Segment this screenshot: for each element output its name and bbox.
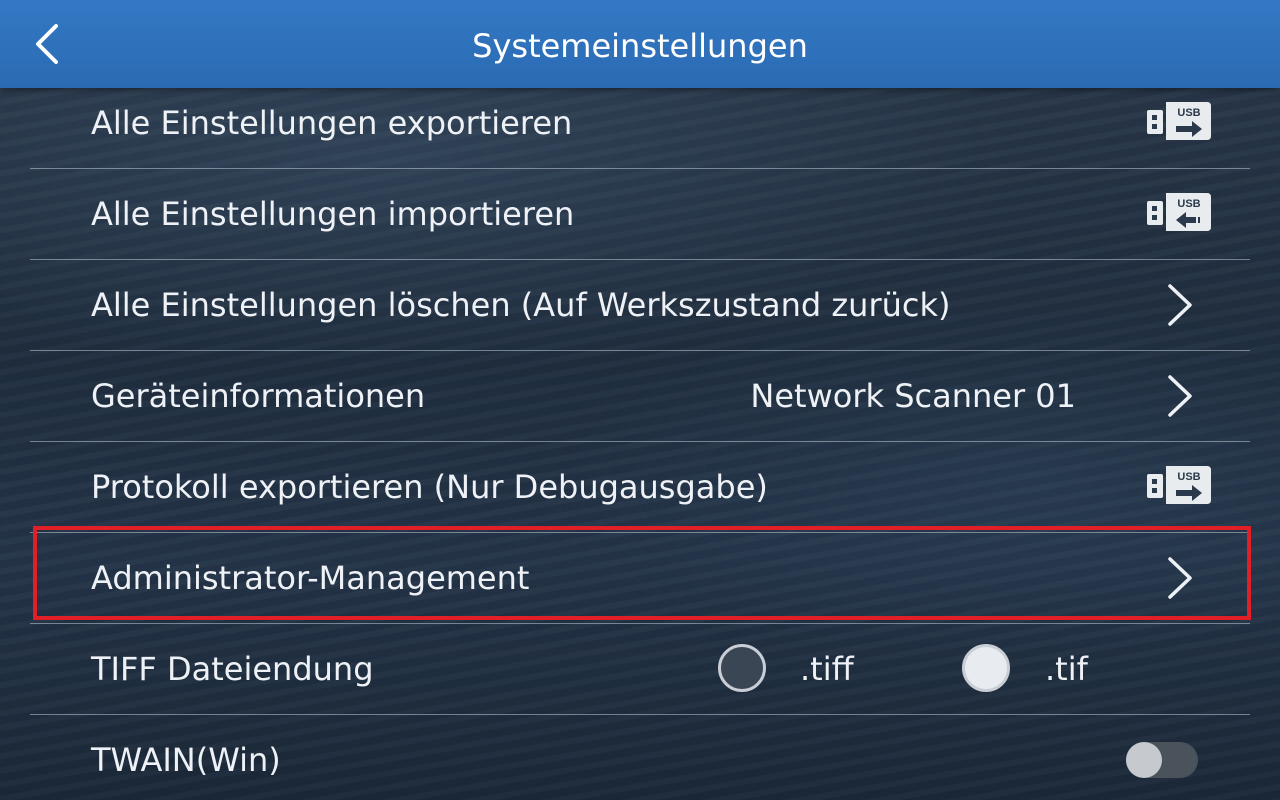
device-name-value: Network Scanner 01	[750, 377, 1076, 415]
row-label: TWAIN(Win)	[91, 741, 281, 779]
row-label: Alle Einstellungen exportieren	[91, 104, 573, 142]
usb-text: USB	[1177, 471, 1200, 483]
chevron-right-icon	[1168, 557, 1192, 599]
usb-import-icon: USB	[1147, 193, 1211, 231]
usb-export-icon: USB	[1147, 102, 1211, 140]
row-tiff-extension: TIFF Dateiendung .tiff .tif	[30, 624, 1250, 715]
radio-tiff-label[interactable]: .tiff	[800, 624, 854, 714]
row-label: Geräteinformationen	[91, 377, 426, 415]
row-label: TIFF Dateiendung	[91, 650, 374, 688]
chevron-left-icon	[36, 24, 58, 64]
row-export-settings[interactable]: Alle Einstellungen exportieren USB	[30, 78, 1250, 169]
usb-text: USB	[1177, 198, 1200, 210]
row-label: Alle Einstellungen löschen (Auf Werkszus…	[91, 286, 951, 324]
radio-tif[interactable]	[962, 644, 1010, 692]
row-reset-settings[interactable]: Alle Einstellungen löschen (Auf Werkszus…	[30, 260, 1250, 351]
row-administrator-management[interactable]: Administrator-Management	[30, 533, 1250, 624]
header-bar: Systemeinstellungen	[0, 0, 1280, 88]
settings-list: Alle Einstellungen exportieren USB Alle …	[0, 78, 1280, 800]
usb-export-icon: USB	[1147, 466, 1211, 504]
row-import-settings[interactable]: Alle Einstellungen importieren USB	[30, 169, 1250, 260]
row-label: Protokoll exportieren (Nur Debugausgabe)	[91, 468, 768, 506]
usb-text: USB	[1177, 107, 1200, 119]
toggle-knob	[1126, 742, 1162, 778]
row-device-info[interactable]: Geräteinformationen Network Scanner 01	[30, 351, 1250, 442]
row-export-log[interactable]: Protokoll exportieren (Nur Debugausgabe)…	[30, 442, 1250, 533]
chevron-right-icon	[1168, 375, 1192, 417]
twain-toggle[interactable]	[1126, 742, 1198, 778]
row-label: Administrator-Management	[91, 559, 530, 597]
radio-tif-label[interactable]: .tif	[1045, 624, 1088, 714]
row-twain-win: TWAIN(Win)	[30, 715, 1250, 800]
chevron-right-icon	[1168, 284, 1192, 326]
back-button[interactable]	[18, 14, 76, 74]
page-title: Systemeinstellungen	[472, 27, 808, 65]
row-label: Alle Einstellungen importieren	[91, 195, 575, 233]
radio-tiff[interactable]	[718, 644, 766, 692]
